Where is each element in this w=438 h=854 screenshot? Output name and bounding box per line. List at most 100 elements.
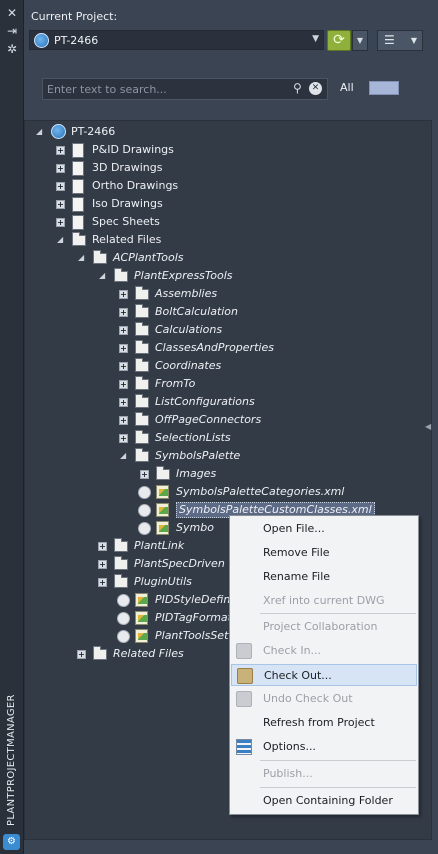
- expand-plus-icon[interactable]: +: [77, 650, 86, 659]
- menu-item-label: Remove File: [263, 546, 330, 559]
- refresh-project-button[interactable]: ⟳: [327, 30, 351, 51]
- collapse-triangle-icon[interactable]: ◢: [120, 447, 126, 465]
- tree-item-label: PlantExpressTools: [134, 269, 233, 282]
- current-project-label: Current Project:: [31, 10, 118, 23]
- expand-plus-icon[interactable]: +: [119, 344, 128, 353]
- collapse-triangle-icon[interactable]: ◢: [57, 231, 63, 249]
- xml-file-icon: [156, 521, 169, 535]
- tree-folder-item[interactable]: + Images: [25, 465, 431, 483]
- expand-plus-icon[interactable]: +: [119, 416, 128, 425]
- expand-plus-icon[interactable]: +: [119, 290, 128, 299]
- tree-folder-item[interactable]: ◢ PT-2466: [25, 123, 431, 141]
- settings-icon[interactable]: ✲: [4, 42, 20, 56]
- tree-folder-item[interactable]: + ClassesAndProperties: [25, 339, 431, 357]
- tree-folder-item[interactable]: + Ortho Drawings: [25, 177, 431, 195]
- file-status-icon: [138, 522, 151, 535]
- collapse-triangle-icon[interactable]: ◢: [78, 249, 84, 267]
- tree-item-label: Symbo: [176, 521, 214, 534]
- tree-folder-item[interactable]: +3D Drawings: [25, 159, 431, 177]
- filter-toggle[interactable]: [369, 81, 399, 95]
- menu-button[interactable]: ☰ ▼: [377, 30, 423, 51]
- menu-item-label: Options...: [263, 740, 316, 753]
- scroll-arrow-icon[interactable]: ◀: [425, 422, 431, 431]
- expand-plus-icon[interactable]: +: [98, 578, 107, 587]
- tree-folder-item[interactable]: ◢ ACPlantTools: [25, 249, 431, 267]
- menu-item-rename-file[interactable]: Rename File: [231, 566, 417, 588]
- refresh-dropdown-button[interactable]: ▼: [352, 30, 368, 51]
- tree-item-label: PIDTagFormats: [155, 611, 238, 624]
- tree-file-item[interactable]: SymbolsPaletteCategories.xml: [25, 483, 431, 501]
- tree-folder-item[interactable]: + Iso Drawings: [25, 195, 431, 213]
- pid-drawings-icon: [72, 143, 84, 158]
- tree-folder-item[interactable]: + OffPageConnectors: [25, 411, 431, 429]
- expand-plus-icon[interactable]: +: [56, 182, 65, 191]
- expand-plus-icon[interactable]: +: [98, 560, 107, 569]
- tree-folder-item[interactable]: + ListConfigurations: [25, 393, 431, 411]
- menu-item-remove-file[interactable]: Remove File: [231, 542, 417, 564]
- tree-folder-item[interactable]: + Coordinates: [25, 357, 431, 375]
- tree-folder-item[interactable]: + P&ID Drawings: [25, 141, 431, 159]
- expand-plus-icon[interactable]: +: [119, 326, 128, 335]
- options-icon: [236, 739, 252, 755]
- menu-item-options[interactable]: Options...: [231, 736, 417, 758]
- project-select[interactable]: PT-2466 ▼: [29, 30, 324, 50]
- folder-icon: [135, 340, 149, 354]
- expand-plus-icon[interactable]: +: [119, 398, 128, 407]
- tree-item-label: ListConfigurations: [155, 395, 255, 408]
- folder-icon: [93, 250, 107, 264]
- filter-all-label[interactable]: All: [340, 81, 354, 94]
- expand-plus-icon[interactable]: +: [140, 470, 149, 479]
- tree-folder-item[interactable]: + Spec Sheets: [25, 213, 431, 231]
- ortho-drawings-icon: [72, 179, 84, 194]
- tree-folder-item[interactable]: + Calculations: [25, 321, 431, 339]
- menu-item-open-file[interactable]: Open File...: [231, 518, 417, 540]
- palette-title-strip: ✕ ⇥ ✲ PLANTPROJECTMANAGER ⚙: [0, 0, 24, 854]
- menu-item-label: Rename File: [263, 570, 331, 583]
- expand-plus-icon[interactable]: +: [56, 146, 65, 155]
- collapse-triangle-icon[interactable]: ◢: [99, 267, 105, 285]
- folder-icon: [135, 394, 149, 408]
- plant-app-icon: ⚙: [3, 834, 20, 850]
- menu-item-publish: Publish...: [231, 763, 417, 785]
- tree-item-label: Related Files: [113, 647, 184, 660]
- menu-item-open-containing-folder[interactable]: Open Containing Folder: [231, 790, 417, 812]
- expand-plus-icon[interactable]: +: [119, 380, 128, 389]
- tree-folder-item[interactable]: + SelectionLists: [25, 429, 431, 447]
- tree-item-label: SymbolsPalette: [155, 449, 241, 462]
- chevron-down-icon[interactable]: ▼: [312, 34, 319, 44]
- search-icon[interactable]: ⚲: [293, 81, 302, 95]
- expand-plus-icon[interactable]: +: [56, 164, 65, 173]
- tree-folder-item[interactable]: + BoltCalculation: [25, 303, 431, 321]
- tree-folder-item[interactable]: + FromTo: [25, 375, 431, 393]
- tree-folder-item[interactable]: ◢ SymbolsPalette: [25, 447, 431, 465]
- tree-folder-item[interactable]: ◢ PlantExpressTools: [25, 267, 431, 285]
- refresh-icon: ⟳: [333, 32, 345, 48]
- clear-search-icon[interactable]: ✕: [309, 82, 322, 95]
- folder-icon: [135, 322, 149, 336]
- tree-item-label: Related Files: [92, 233, 162, 246]
- expand-plus-icon[interactable]: +: [119, 308, 128, 317]
- file-status-icon: [117, 612, 130, 625]
- expand-plus-icon[interactable]: +: [56, 200, 65, 209]
- auto-hide-icon[interactable]: ⇥: [4, 24, 20, 38]
- close-icon[interactable]: ✕: [4, 6, 20, 20]
- tree-folder-item[interactable]: + Assemblies: [25, 285, 431, 303]
- tree-item-label: PluginUtils: [134, 575, 192, 588]
- tree-item-label: SelectionLists: [155, 431, 231, 444]
- tree-folder-item[interactable]: ◢ Related Files: [25, 231, 431, 249]
- chevron-down-icon: ▼: [410, 36, 417, 45]
- menu-item-refresh-from-project[interactable]: Refresh from Project: [231, 712, 417, 734]
- folder-icon: [135, 448, 149, 462]
- menu-item-label: Undo Check Out: [263, 692, 353, 705]
- expand-plus-icon[interactable]: +: [119, 362, 128, 371]
- expand-plus-icon[interactable]: +: [98, 542, 107, 551]
- expand-plus-icon[interactable]: +: [56, 218, 65, 227]
- menu-separator: [260, 787, 416, 788]
- 3d-drawings-icon: [72, 161, 84, 176]
- collapse-triangle-icon[interactable]: ◢: [36, 123, 42, 141]
- search-input[interactable]: [42, 78, 328, 100]
- menu-item-label: Check Out...: [264, 669, 332, 682]
- expand-plus-icon[interactable]: +: [119, 434, 128, 443]
- menu-item-check-out[interactable]: Check Out...: [231, 664, 417, 686]
- menu-separator: [260, 760, 416, 761]
